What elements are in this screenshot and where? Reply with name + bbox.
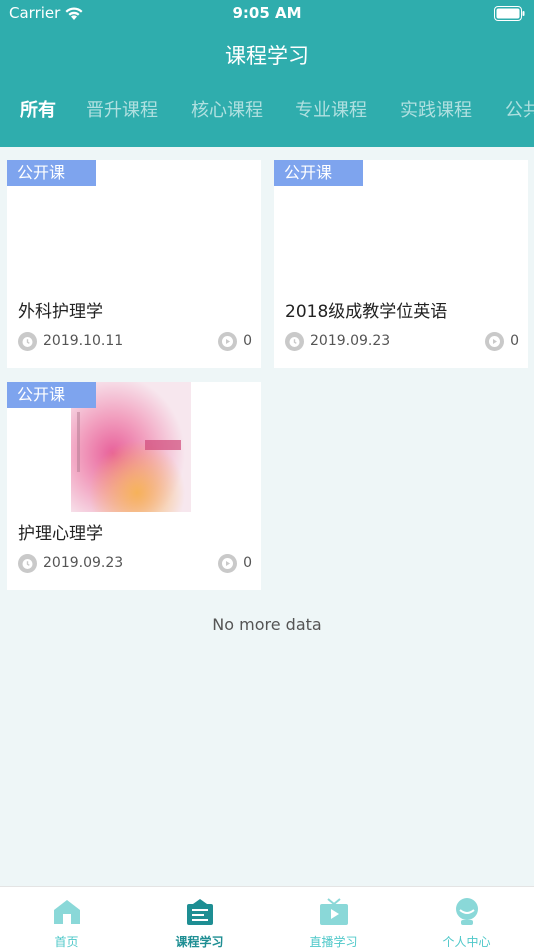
- tab-core[interactable]: 核心课程: [191, 96, 263, 122]
- tab-professional[interactable]: 专业课程: [295, 96, 367, 122]
- home-icon: [53, 900, 80, 924]
- tabbar-label: 课程学习: [175, 935, 224, 949]
- course-view-count: 0: [243, 555, 252, 571]
- tab-practice[interactable]: 实践课程: [400, 96, 472, 122]
- course-date: 2019.10.11: [43, 333, 124, 349]
- course-card[interactable]: 公开课 外科护理学 2019.10.11 0: [7, 160, 261, 368]
- tabbar-item-home[interactable]: 首页: [0, 887, 133, 950]
- course-card[interactable]: 公开课 2018级成教学位英语 2019.09.23 0: [274, 160, 528, 368]
- tab-promotion[interactable]: 晋升课程: [86, 96, 158, 122]
- open-course-badge: 公开课: [274, 160, 363, 186]
- category-tabs: 所有 晋升课程 核心课程 专业课程 实践课程 公共: [0, 96, 534, 136]
- status-time: 9:05 AM: [232, 4, 302, 22]
- course-date: 2019.09.23: [310, 333, 391, 349]
- tab-all[interactable]: 所有: [20, 96, 56, 122]
- page-title: 课程学习: [225, 44, 309, 68]
- course-meta: 2019.09.23 0: [18, 554, 252, 574]
- course-title: 外科护理学: [18, 302, 103, 322]
- course-card[interactable]: 公开课 护理心理学 2019.09.23 0: [7, 382, 261, 590]
- tabbar-item-course[interactable]: 课程学习: [133, 887, 266, 950]
- bottom-tab-bar: 首页 课程学习 直播学习 个人中心: [0, 886, 534, 950]
- course-icon: [186, 899, 213, 925]
- header: Carrier 9:05 AM 课程学习 所有 晋升课程 核心课程 专业课程 实…: [0, 0, 534, 147]
- play-count-icon: [218, 554, 237, 573]
- status-bar: Carrier 9:05 AM: [0, 0, 534, 28]
- no-more-data-label: No more data: [212, 615, 322, 634]
- course-view-count: 0: [510, 333, 519, 349]
- course-view-count: 0: [243, 333, 252, 349]
- play-count-icon: [218, 332, 237, 351]
- battery-icon: [494, 6, 525, 21]
- profile-icon: [455, 898, 478, 925]
- tab-public[interactable]: 公共: [505, 96, 534, 122]
- open-course-badge: 公开课: [7, 382, 96, 408]
- open-course-badge: 公开课: [7, 160, 96, 186]
- play-count-icon: [485, 332, 504, 351]
- course-meta: 2019.10.11 0: [18, 332, 252, 352]
- tabbar-item-profile[interactable]: 个人中心: [400, 887, 533, 950]
- live-tv-icon: [319, 898, 348, 925]
- clock-icon: [18, 332, 37, 351]
- course-title: 2018级成教学位英语: [285, 302, 448, 322]
- tabbar-item-live[interactable]: 直播学习: [267, 887, 400, 950]
- course-date: 2019.09.23: [43, 555, 124, 571]
- clock-icon: [285, 332, 304, 351]
- tabbar-label: 个人中心: [442, 935, 491, 949]
- course-title: 护理心理学: [18, 524, 103, 544]
- tabbar-label: 直播学习: [309, 935, 358, 949]
- clock-icon: [18, 554, 37, 573]
- course-meta: 2019.09.23 0: [285, 332, 519, 352]
- tabbar-label: 首页: [54, 935, 79, 949]
